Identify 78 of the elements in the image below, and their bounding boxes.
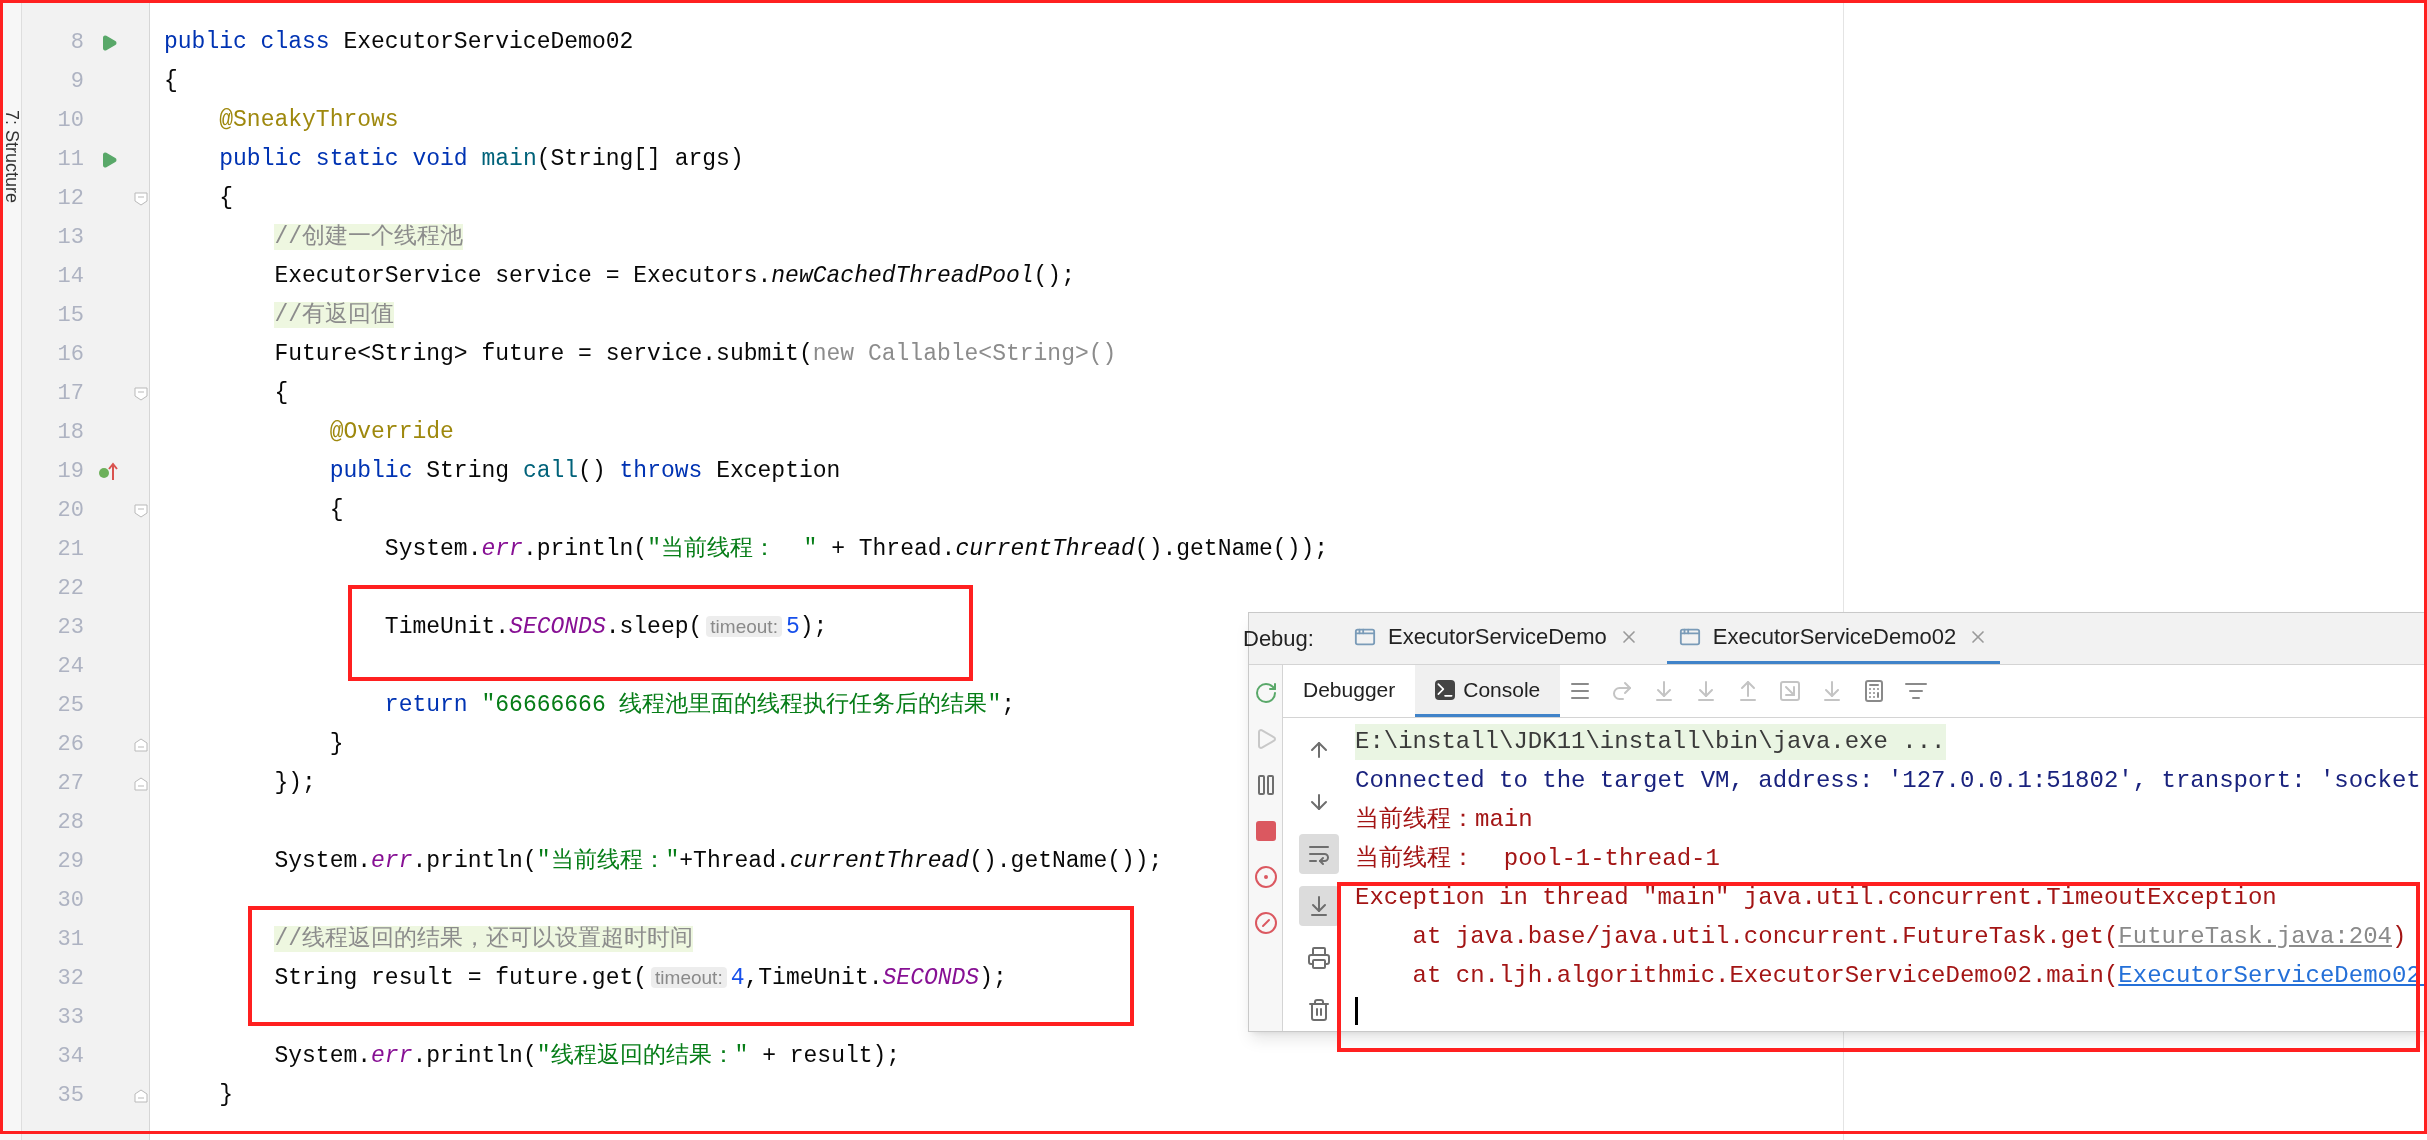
line-number: 27 [56, 770, 84, 798]
structure-tab[interactable]: 7: Structure [0, 110, 25, 204]
debug-session-tab[interactable]: ExecutorServiceDemo02 [1666, 612, 2001, 664]
run-icon[interactable] [100, 150, 118, 169]
code-line: System.err.println("线程返回的结果：" + result); [273, 1042, 901, 1072]
line-number: 12 [56, 185, 84, 213]
line-number: 19 [56, 458, 84, 486]
line-number: 35 [56, 1082, 84, 1110]
line-number: 9 [69, 68, 84, 96]
line-number: 11 [56, 146, 84, 174]
line-number: 21 [56, 536, 84, 564]
code-line: }); [273, 769, 316, 799]
line-number: 14 [56, 263, 84, 291]
code-line: { [218, 184, 234, 214]
line-number: 31 [56, 926, 84, 954]
code-line: @Override [328, 418, 454, 448]
code-line: public class ExecutorServiceDemo02 [164, 28, 634, 58]
debug-label: Debug: [1243, 625, 1315, 653]
console-line: 当前线程：main [1355, 804, 1533, 835]
console-icon [1435, 679, 1456, 700]
line-number: 17 [56, 380, 84, 408]
code-line: System.err.println("当前线程： " + Thread.currentThread().getName()); [383, 535, 1329, 565]
fold-marker-icon[interactable] [134, 191, 148, 206]
line-number: 22 [56, 575, 84, 603]
fold-marker-icon[interactable] [134, 503, 148, 518]
line-number: 13 [56, 224, 84, 252]
implements-icon[interactable] [98, 461, 120, 482]
code-line: public static void main(String[] args) [218, 145, 744, 175]
breakpoints-icon[interactable] [1253, 865, 1278, 889]
code-line: } [218, 1081, 234, 1111]
soft-wrap-icon[interactable] [1299, 834, 1339, 874]
console-line: 当前线程： pool-1-thread-1 [1355, 843, 1720, 874]
line-number: 16 [56, 341, 84, 369]
code-line: { [328, 496, 344, 526]
code-line: { [164, 67, 178, 97]
code-line: Future<String> future = service.submit(new Callable<String>() [273, 340, 1117, 370]
code-line: TimeUnit.SECONDS.sleep( timeout: 5); [383, 613, 828, 643]
code-line: String result = future.get( timeout: 4,TimeUnit.SECONDS); [273, 964, 1007, 994]
run-icon[interactable] [100, 33, 118, 52]
text-cursor [1355, 997, 1358, 1025]
view-tab[interactable]: Console [1415, 665, 1561, 717]
console-line: at java.base/java.util.concurrent.FutureTask.get(FutureTask.java:204) [1411, 921, 2407, 952]
line-number: 20 [56, 497, 84, 525]
line-number: 10 [56, 107, 84, 135]
line-number: 28 [56, 809, 84, 837]
console-line: at cn.ljh.algorithmic.ExecutorServiceDemo02.main(ExecutorServiceDemo02. [1411, 960, 2426, 991]
code-line: @SneakyThrows [218, 106, 399, 136]
line-number: 26 [56, 731, 84, 759]
line-number: 32 [56, 965, 84, 993]
code-line: public String call() throws Exception [328, 457, 841, 487]
line-number: 24 [56, 653, 84, 681]
line-number: 18 [56, 419, 84, 447]
mute-breakpoints-icon[interactable] [1253, 911, 1278, 935]
rerun-icon[interactable] [1253, 681, 1278, 705]
line-number: 34 [56, 1043, 84, 1071]
debug-session-tab[interactable]: ExecutorServiceDemo [1341, 612, 1651, 664]
console-line: Exception in thread "main" java.util.concurrent.TimeoutException [1355, 882, 2277, 913]
fold-end-icon[interactable] [134, 737, 148, 752]
line-number: 15 [56, 302, 84, 330]
line-number: 8 [69, 29, 84, 57]
view-tab[interactable]: Debugger [1283, 665, 1416, 717]
code-line: ExecutorService service = Executors.newCachedThreadPool(); [273, 262, 1075, 292]
scroll-to-end-icon[interactable] [1299, 886, 1339, 926]
fold-end-icon[interactable] [134, 1088, 148, 1103]
line-number: 23 [56, 614, 84, 642]
stop-icon[interactable] [1253, 819, 1278, 843]
console-line: Connected to the target VM, address: '127.0.0.1:51802', transport: 'socket' [1355, 765, 2426, 796]
code-line: } [328, 730, 344, 760]
line-number: 29 [56, 848, 84, 876]
line-number: 30 [56, 887, 84, 915]
code-line: return "66666666 线程池里面的线程执行任务后的结果"; [383, 691, 1016, 721]
fold-marker-icon[interactable] [134, 386, 148, 401]
fold-end-icon[interactable] [134, 776, 148, 791]
line-number: 33 [56, 1004, 84, 1032]
code-line: { [273, 379, 289, 409]
line-number: 25 [56, 692, 84, 720]
file-link[interactable]: ExecutorServiceDemo02. [2118, 961, 2426, 989]
code-line: System.err.println("当前线程："+Thread.currentThread().getName()); [273, 847, 1163, 877]
